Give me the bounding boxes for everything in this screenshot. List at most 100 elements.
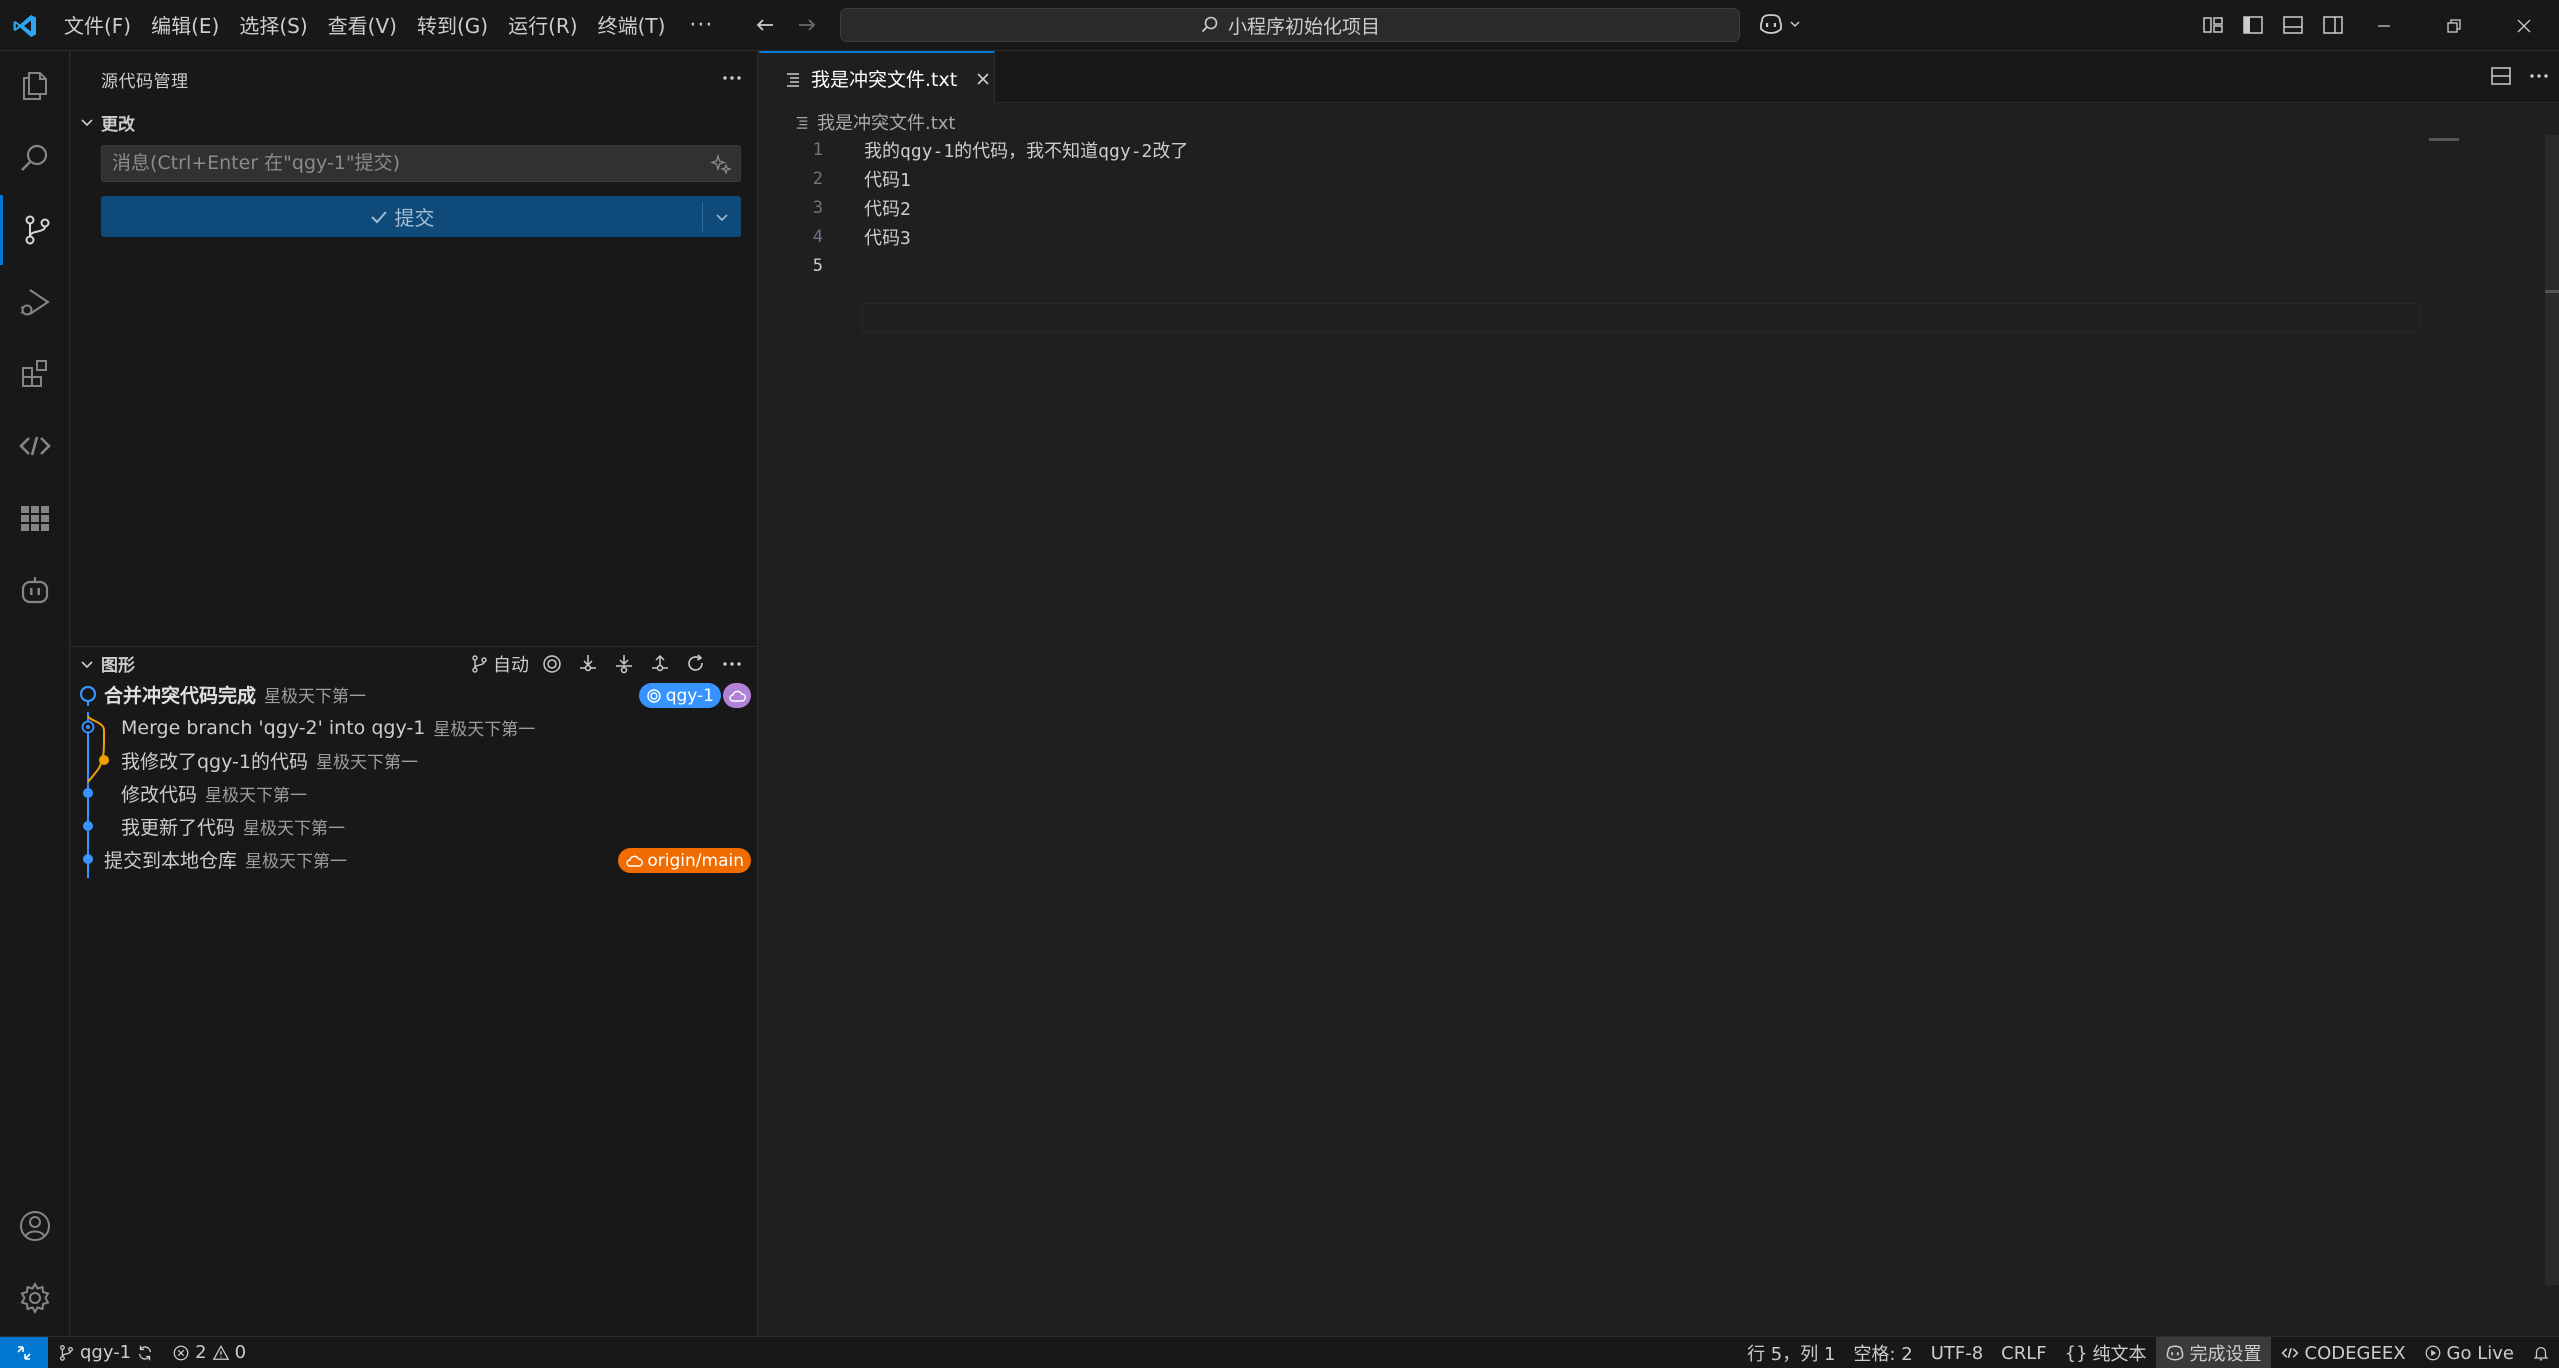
target-icon[interactable]: [539, 651, 565, 677]
indentation-label: 空格: 2: [1853, 1344, 1913, 1365]
extensions-icon[interactable]: [0, 339, 70, 409]
cursor-position-label: 行 5，列 1: [1747, 1344, 1836, 1365]
graph-row[interactable]: 提交到本地仓库 星极天下第一 origin/main: [71, 843, 757, 876]
more-actions-icon[interactable]: [719, 651, 745, 677]
minimap[interactable]: [2429, 138, 2459, 141]
go-live-button[interactable]: Go Live: [2415, 1337, 2523, 1368]
chevron-down-icon: [716, 213, 728, 221]
account-icon[interactable]: [0, 1191, 70, 1261]
menu-selection[interactable]: 选择(S): [229, 9, 317, 43]
language-mode[interactable]: {} 纯文本: [2056, 1337, 2156, 1368]
go-live-label: Go Live: [2446, 1342, 2514, 1364]
explorer-icon[interactable]: [0, 51, 70, 121]
breadcrumb-file: 我是冲突文件.txt: [817, 113, 956, 134]
editor-actions: [2489, 64, 2551, 88]
encoding[interactable]: UTF-8: [1922, 1337, 1992, 1368]
source-control-icon[interactable]: [0, 195, 70, 265]
more-actions-icon[interactable]: [2527, 64, 2551, 88]
back-arrow-icon[interactable]: [752, 12, 778, 38]
toggle-panel-icon[interactable]: [2280, 12, 2306, 38]
commit-button[interactable]: 提交: [101, 196, 741, 237]
remote-indicator[interactable]: [0, 1336, 48, 1368]
commit-author: 星极天下第一: [245, 852, 348, 872]
graph-row[interactable]: 我更新了代码 星极天下第一: [71, 810, 757, 843]
forward-arrow-icon[interactable]: [794, 12, 820, 38]
graph-row[interactable]: 合并冲突代码完成 星极天下第一 qgy-1: [71, 678, 757, 711]
restore-icon[interactable]: [2419, 0, 2489, 51]
current-line-highlight: [862, 303, 2420, 332]
menu-terminal[interactable]: 终端(T): [588, 9, 676, 43]
tab-conflict-file[interactable]: 我是冲突文件.txt: [759, 51, 995, 104]
codegeex-icon[interactable]: [0, 411, 70, 481]
codegeex-status[interactable]: CODEGEEX: [2271, 1337, 2415, 1368]
remote-branch-label: origin/main: [647, 850, 744, 871]
toggle-primary-sidebar-icon[interactable]: [2240, 12, 2266, 38]
menu-run[interactable]: 运行(R): [498, 9, 588, 43]
branch-name: qgy-1: [80, 1342, 132, 1363]
copilot-menu-button[interactable]: [1758, 12, 1802, 36]
push-icon[interactable]: [647, 651, 673, 677]
error-count: 2: [195, 1342, 207, 1363]
line-text: 代码2: [864, 198, 911, 220]
graph-row[interactable]: 我修改了qgy-1的代码 星极天下第一: [71, 744, 757, 777]
pull-icon[interactable]: [611, 651, 637, 677]
changes-section-label: 更改: [101, 114, 135, 135]
search-icon[interactable]: [0, 123, 70, 193]
close-window-icon[interactable]: [2489, 0, 2559, 51]
remote-cloud-badge: [723, 683, 751, 708]
vertical-scrollbar[interactable]: [2545, 135, 2559, 1285]
cursor-position[interactable]: 行 5，列 1: [1738, 1337, 1844, 1368]
more-actions-icon[interactable]: [721, 67, 743, 89]
graph-section-header[interactable]: 图形 自动: [71, 646, 757, 680]
minimize-icon[interactable]: [2349, 0, 2419, 51]
branch-status[interactable]: qgy-1: [48, 1337, 163, 1368]
commit-main-action[interactable]: 提交: [101, 196, 702, 237]
line-number: 5: [812, 255, 823, 276]
close-icon[interactable]: [975, 71, 991, 87]
problems-status[interactable]: 2 0: [163, 1337, 255, 1368]
commit-message: 提交到本地仓库: [104, 850, 238, 872]
graph-row[interactable]: 修改代码 星极天下第一: [71, 777, 757, 810]
menu-view[interactable]: 查看(V): [318, 9, 407, 43]
toggle-secondary-sidebar-icon[interactable]: [2320, 12, 2346, 38]
chevron-down-icon: [81, 119, 93, 127]
commit-message: 合并冲突代码完成: [104, 685, 257, 707]
indentation[interactable]: 空格: 2: [1844, 1337, 1921, 1368]
scrollbar-thumb[interactable]: [2545, 290, 2559, 293]
settings-gear-icon[interactable]: [0, 1263, 70, 1333]
apps-grid-icon[interactable]: [0, 483, 70, 553]
commit-message: 我更新了代码: [121, 817, 236, 839]
text-file-icon: [796, 116, 808, 129]
status-bar: qgy-1 2 0 行 5，列 1 空格: 2 UTF-8 CRLF {} 纯文…: [0, 1336, 2559, 1368]
breadcrumb[interactable]: 我是冲突文件.txt: [795, 109, 956, 135]
robot-icon[interactable]: [0, 555, 70, 625]
sync-icon[interactable]: [136, 1344, 154, 1362]
commit-dropdown-button[interactable]: [703, 196, 741, 237]
command-center-search[interactable]: 小程序初始化项目: [840, 8, 1740, 42]
branch-icon: [59, 1344, 73, 1361]
copilot-status[interactable]: 完成设置: [2155, 1337, 2271, 1368]
customize-layout-icon[interactable]: [2200, 12, 2226, 38]
command-center-label: 小程序初始化项目: [1227, 15, 1380, 38]
menu-edit[interactable]: 编辑(E): [141, 9, 229, 43]
line-ending[interactable]: CRLF: [1992, 1337, 2055, 1368]
run-debug-icon[interactable]: [0, 267, 70, 337]
refresh-icon[interactable]: [683, 651, 709, 677]
sparkle-icon[interactable]: [710, 153, 732, 175]
menu-file[interactable]: 文件(F): [54, 9, 141, 43]
editor-area: 我是冲突文件.txt 我是冲突文件.txt 1 我的qgy-1的代码，我不知道q…: [759, 51, 2559, 1336]
fetch-icon[interactable]: [575, 651, 601, 677]
notifications-bell[interactable]: [2523, 1337, 2559, 1368]
split-editor-icon[interactable]: [2489, 64, 2513, 88]
menu-go[interactable]: 转到(G): [407, 9, 498, 43]
source-control-sidebar: 源代码管理 更改 消息(Ctrl+Enter 在"qgy-1"提交) 提交 图形…: [71, 51, 758, 1336]
cloud-icon: [729, 690, 746, 702]
code-line: 5: [759, 251, 2559, 280]
graph-row[interactable]: Merge branch 'qgy-2' into qgy-1 星极天下第一: [71, 711, 757, 744]
commit-message: 修改代码: [121, 784, 198, 806]
commit-author: 星极天下第一: [315, 753, 418, 773]
menu-more-button[interactable]: ···: [675, 9, 727, 43]
commit-message-input[interactable]: 消息(Ctrl+Enter 在"qgy-1"提交): [101, 145, 741, 182]
branch-auto-button[interactable]: 自动: [469, 651, 529, 677]
changes-section-header[interactable]: 更改: [71, 105, 757, 139]
